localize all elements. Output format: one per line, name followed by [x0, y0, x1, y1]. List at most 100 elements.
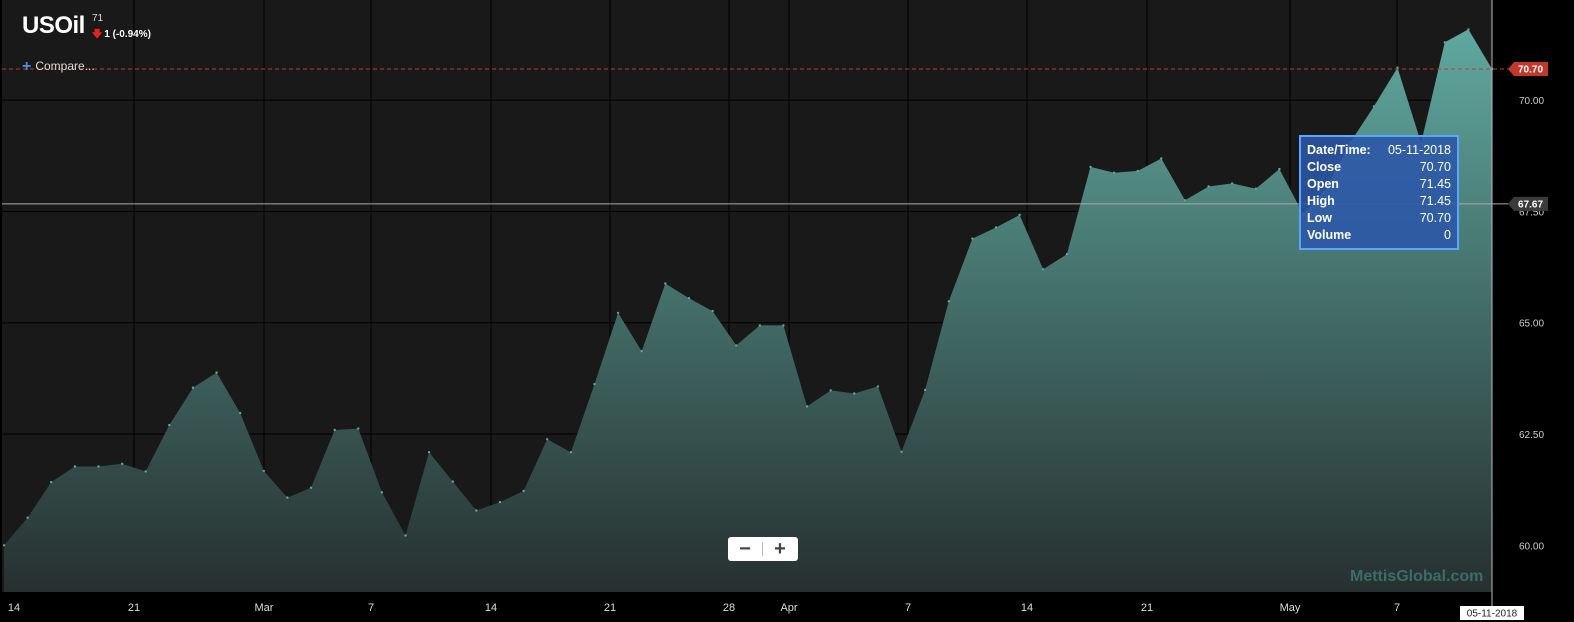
data-point — [664, 282, 667, 285]
data-point — [215, 371, 218, 374]
data-point — [947, 300, 950, 303]
last-price-flag-label: 70.70 — [1518, 64, 1543, 75]
data-point — [191, 386, 195, 389]
x-tick-label: 21 — [604, 602, 616, 614]
data-point — [404, 534, 407, 537]
tooltip-open-value: 71.45 — [1419, 177, 1451, 191]
data-point — [1089, 165, 1092, 169]
data-point — [1160, 157, 1163, 160]
x-tick-label: 21 — [1141, 602, 1153, 614]
data-point — [1183, 199, 1187, 202]
tooltip-low-value: 70.70 — [1419, 211, 1451, 225]
tooltip-date-label: Date/Time: — [1307, 143, 1371, 157]
tooltip-close-row: Close 70.70 — [1307, 159, 1451, 176]
data-point — [593, 382, 596, 386]
data-point — [687, 297, 691, 300]
data-point — [1042, 268, 1045, 271]
data-point — [782, 324, 785, 327]
data-point — [1207, 185, 1210, 188]
compare-button[interactable]: + Compare... — [22, 57, 95, 75]
x-tick-label: 14 — [1021, 602, 1033, 614]
data-point — [427, 451, 431, 454]
y-axis: 60.0062.5065.0067.5070.00 — [1519, 96, 1544, 552]
data-point — [616, 311, 620, 315]
price-chart[interactable]: 60.0062.5065.0067.5070.00 14 21 Mar 7 14 21 28… — [0, 0, 1574, 622]
data-point — [971, 237, 974, 240]
data-point — [309, 486, 313, 489]
data-point — [1278, 167, 1281, 171]
x-tick-label: May — [1280, 602, 1301, 614]
tooltip-volume-label: Volume — [1307, 228, 1352, 242]
x-axis: 14 21 Mar 7 14 21 28 Apr 7 14 21 May 7 — [8, 602, 1400, 614]
x-tick-label: 7 — [368, 602, 374, 614]
data-point — [357, 427, 360, 430]
tooltip-close-label: Close — [1307, 160, 1342, 174]
crosshair-price-flag-label: 67.67 — [1518, 199, 1543, 210]
tooltip-volume-value: 0 — [1444, 228, 1451, 242]
data-point — [239, 411, 242, 415]
data-point — [805, 405, 809, 408]
data-point — [1231, 182, 1234, 185]
x-tick-label: 7 — [905, 602, 911, 614]
tooltip-low-label: Low — [1307, 211, 1332, 225]
data-point — [2, 544, 6, 547]
data-point — [144, 470, 147, 473]
data-point — [1372, 105, 1376, 108]
tooltip-high-label: High — [1307, 194, 1335, 208]
data-point — [923, 388, 927, 392]
data-point — [262, 469, 265, 473]
tooltip-low-row: Low 70.70 — [1307, 210, 1451, 227]
data-point — [994, 226, 998, 229]
tooltip-high-value: 71.45 — [1419, 194, 1451, 208]
data-point — [640, 350, 643, 353]
tooltip-open-row: Open 71.45 — [1307, 176, 1451, 193]
data-point — [735, 344, 738, 347]
data-point — [73, 465, 77, 468]
x-tick-label: 7 — [1394, 602, 1400, 614]
data-point — [853, 392, 856, 395]
x-tick-label: 21 — [128, 602, 140, 614]
data-point — [711, 309, 714, 313]
data-point — [120, 462, 124, 465]
data-point — [569, 451, 573, 454]
symbol-title: USOil — [22, 12, 85, 39]
data-point — [50, 480, 53, 484]
zoom-in-button[interactable]: + — [763, 537, 797, 561]
data-point — [876, 385, 880, 388]
plus-icon: + — [22, 58, 32, 75]
watermark: MettisGlobal.com — [1350, 568, 1484, 585]
data-point — [380, 491, 384, 494]
last-price: 71 — [92, 13, 104, 24]
zoom-out-button[interactable]: − — [728, 537, 762, 561]
tooltip-close-value: 70.70 — [1419, 160, 1451, 174]
data-point — [546, 438, 549, 441]
data-point — [97, 465, 100, 468]
price-change: 🡇 1 (-0.94%) — [92, 27, 151, 44]
tooltip-date-value: 05-11-2018 — [1387, 143, 1451, 157]
data-point — [1112, 171, 1116, 174]
data-point — [475, 509, 478, 512]
data-point — [26, 516, 29, 519]
data-point — [829, 389, 832, 392]
arrow-down-icon: 🡇 — [92, 29, 103, 40]
x-tick-label: Mar — [255, 602, 274, 614]
x-tick-label: 14 — [485, 602, 497, 614]
price-change-value: 1 (-0.94%) — [104, 29, 151, 40]
data-point — [286, 496, 289, 499]
x-tick-label: Apr — [780, 602, 797, 614]
y-tick-label: 62.50 — [1519, 430, 1544, 441]
tooltip-high-row: High 71.45 — [1307, 193, 1451, 210]
compare-label: Compare... — [35, 59, 95, 73]
data-tooltip: Date/Time: 05-11-2018 Close 70.70 Open 71.4… — [1299, 135, 1459, 250]
y-tick-label: 65.00 — [1519, 319, 1544, 330]
zoom-control: − + — [728, 537, 798, 561]
data-point — [498, 500, 502, 504]
data-point — [168, 423, 171, 427]
data-point — [1467, 28, 1470, 31]
data-point — [333, 428, 336, 432]
y-tick-label: 60.00 — [1519, 541, 1544, 552]
x-tick-label: 28 — [723, 602, 735, 614]
data-point — [1065, 253, 1069, 256]
tooltip-volume-row: Volume 0 — [1307, 227, 1451, 244]
data-point — [1443, 41, 1447, 44]
